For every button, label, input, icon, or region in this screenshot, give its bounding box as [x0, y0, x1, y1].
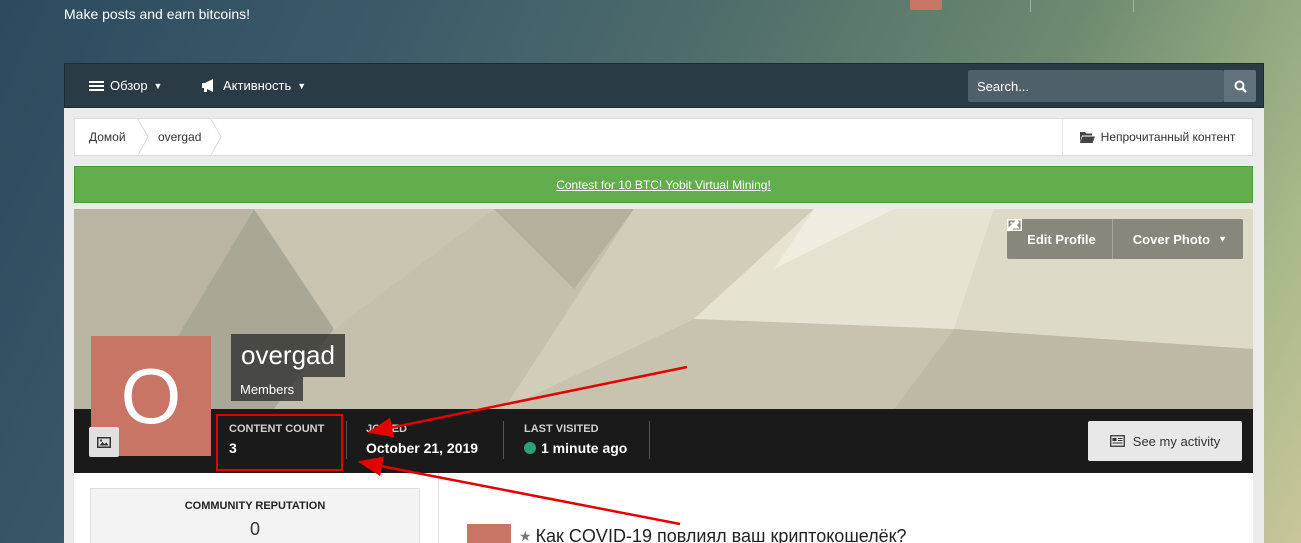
- see-my-activity-button[interactable]: See my activity: [1088, 421, 1242, 461]
- breadcrumb-profile[interactable]: overgad: [158, 130, 201, 144]
- announcement-banner: Contest for 10 BTC! Yobit Virtual Mining…: [74, 166, 1253, 203]
- top-divider: [1030, 0, 1031, 12]
- content-count-highlight: [216, 414, 343, 471]
- caret-down-icon: ▼: [153, 80, 163, 91]
- breadcrumb-separator: [137, 119, 149, 155]
- cover-photo-label: Cover Photo: [1132, 231, 1211, 247]
- stat-divider: [346, 421, 347, 459]
- stat-value: October 21, 2019: [366, 440, 479, 456]
- nav-overview-label: Обзор: [110, 78, 148, 93]
- cover-photo-button[interactable]: Cover Photo ▼: [1007, 219, 1243, 259]
- post-author-avatar[interactable]: [467, 524, 511, 543]
- cover-actions: Edit Profile Cover Photo ▼: [1007, 219, 1243, 259]
- see-my-activity-label: See my activity: [1132, 433, 1221, 449]
- image-icon: [97, 436, 111, 448]
- profile-avatar-letter: O: [120, 351, 182, 440]
- stat-label: JOINED: [366, 423, 407, 435]
- image-icon: [1007, 219, 1023, 231]
- nav-activity-label: Активность: [223, 78, 292, 93]
- profile-username: overgad: [231, 334, 345, 377]
- recent-post-title-text: Как COVID-19 повлиял ваш криптокошелёк?: [535, 526, 907, 543]
- stat-last-visited: LAST VISITED 1 minute ago: [524, 423, 627, 456]
- caret-down-icon: ▼: [297, 80, 307, 91]
- list-icon: [89, 80, 104, 91]
- recent-post-title[interactable]: ★ Как COVID-19 повлиял ваш криптокошелёк…: [519, 526, 907, 543]
- unread-content-label: Непрочитанный контент: [1100, 130, 1236, 144]
- edit-profile-button[interactable]: Edit Profile: [1007, 219, 1112, 259]
- announcement-link[interactable]: Contest for 10 BTC! Yobit Virtual Mining…: [556, 178, 771, 192]
- newspaper-icon: [1109, 435, 1125, 447]
- site-tagline: Make posts and earn bitcoins!: [64, 6, 250, 22]
- megaphone-icon: [202, 79, 213, 92]
- stat-divider: [503, 421, 504, 459]
- caret-down-icon: ▼: [1218, 234, 1227, 244]
- search-icon: [1234, 80, 1247, 93]
- top-divider: [1133, 0, 1134, 12]
- search-input[interactable]: [968, 70, 1224, 102]
- breadcrumb-home[interactable]: Домой: [89, 130, 126, 144]
- profile-lower-section: COMMUNITY REPUTATION 0 ★ Как COVID-19 по…: [74, 473, 1253, 543]
- stat-divider: [649, 421, 650, 459]
- nav-activity[interactable]: Активность ▼: [201, 78, 306, 93]
- reputation-card: COMMUNITY REPUTATION 0: [90, 488, 420, 543]
- reputation-label: COMMUNITY REPUTATION: [184, 500, 326, 512]
- top-user-avatar[interactable]: [910, 0, 942, 10]
- search-button[interactable]: [1224, 70, 1256, 102]
- folder-open-icon: [1079, 132, 1095, 143]
- stat-joined: JOINED October 21, 2019: [366, 423, 478, 456]
- edit-profile-label: Edit Profile: [1027, 231, 1096, 247]
- breadcrumb-separator: [210, 119, 222, 155]
- stat-value: 1 minute ago: [524, 440, 627, 456]
- star-icon: ★: [519, 528, 532, 543]
- reputation-value: 0: [249, 519, 260, 539]
- stat-label: LAST VISITED: [524, 423, 599, 435]
- top-user-bar: [900, 0, 1301, 12]
- main-content: Домой overgad Непрочитанный контент Cont…: [64, 108, 1264, 543]
- profile-group: Members: [231, 377, 304, 401]
- column-divider: [438, 473, 439, 543]
- change-avatar-button[interactable]: [89, 427, 119, 457]
- nav-overview[interactable]: Обзор ▼: [89, 78, 162, 93]
- online-status-icon: [524, 442, 536, 454]
- main-navbar: Обзор ▼ Активность ▼: [64, 63, 1264, 108]
- unread-content-link[interactable]: Непрочитанный контент: [1062, 119, 1252, 155]
- breadcrumb: Домой overgad Непрочитанный контент: [74, 118, 1253, 156]
- search-field[interactable]: [968, 70, 1224, 102]
